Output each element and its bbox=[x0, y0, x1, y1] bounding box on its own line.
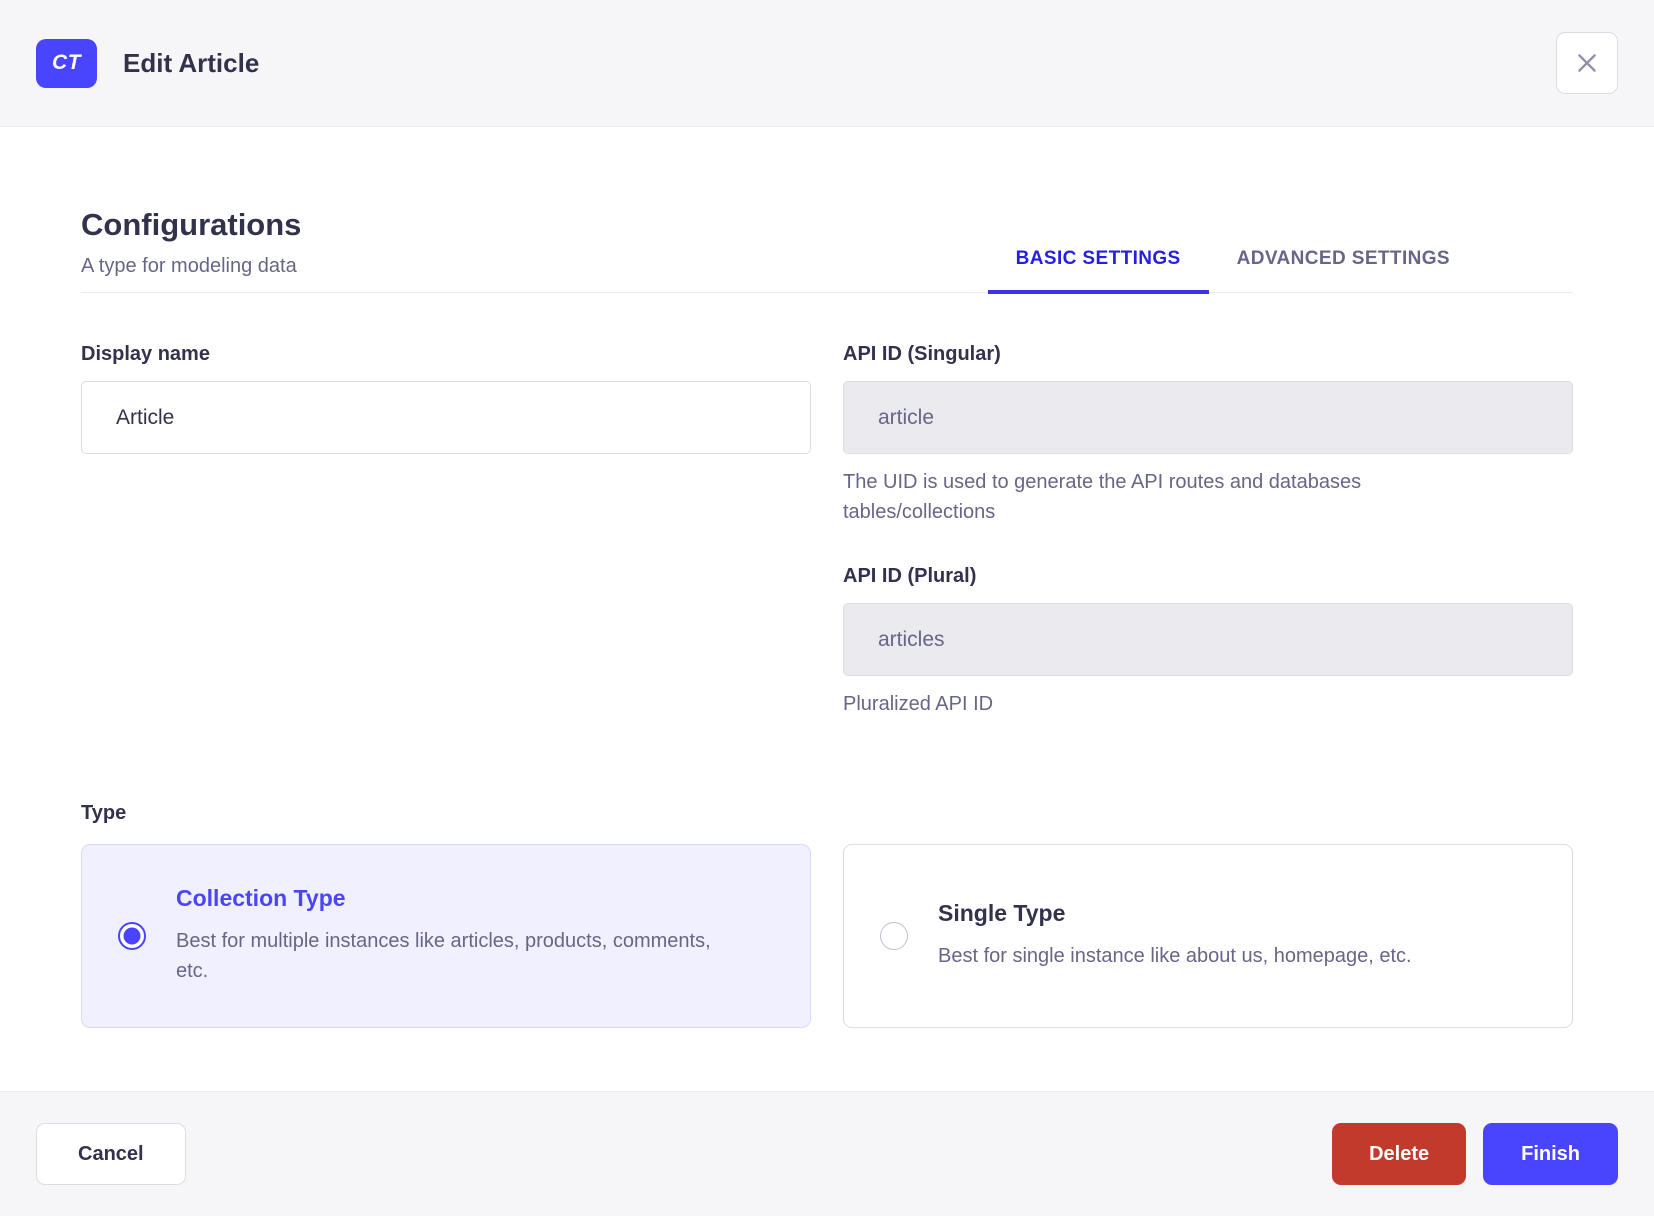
modal-footer: Cancel Delete Finish bbox=[0, 1091, 1654, 1216]
finish-button[interactable]: Finish bbox=[1483, 1123, 1618, 1185]
settings-tabs: BASIC SETTINGS ADVANCED SETTINGS bbox=[987, 248, 1478, 294]
page-subtitle: A type for modeling data bbox=[81, 255, 297, 277]
footer-actions: Delete Finish bbox=[1332, 1123, 1618, 1185]
type-label: Type bbox=[81, 801, 127, 824]
type-section: Type Collection Type Best for multiple i… bbox=[81, 802, 1573, 1028]
api-id-column: API ID (Singular) The UID is used to gen… bbox=[843, 343, 1573, 720]
api-id-singular-field: API ID (Singular) The UID is used to gen… bbox=[843, 343, 1573, 527]
tab-basic-settings[interactable]: BASIC SETTINGS bbox=[987, 248, 1209, 294]
type-option-text: Collection Type Best for multiple instan… bbox=[176, 885, 736, 986]
tab-advanced-settings[interactable]: ADVANCED SETTINGS bbox=[1209, 248, 1478, 294]
content-type-badge-label: CT bbox=[52, 51, 81, 74]
edit-article-modal: CT Edit Article Configurations A type fo… bbox=[0, 0, 1654, 1216]
api-id-plural-label: API ID (Plural) bbox=[843, 565, 977, 588]
close-button[interactable] bbox=[1556, 32, 1618, 94]
api-id-singular-input bbox=[843, 381, 1573, 454]
delete-button[interactable]: Delete bbox=[1332, 1123, 1467, 1185]
type-option-text: Single Type Best for single instance lik… bbox=[938, 900, 1412, 971]
radio-selected-icon[interactable] bbox=[118, 921, 146, 950]
api-id-plural-input bbox=[843, 603, 1573, 677]
modal-body: Configurations A type for modeling data … bbox=[0, 127, 1654, 1091]
modal-header: CT Edit Article bbox=[0, 0, 1654, 127]
display-name-field: Display name bbox=[81, 343, 811, 454]
api-id-singular-label: API ID (Singular) bbox=[843, 343, 1001, 365]
configurations-heading-block: Configurations A type for modeling data bbox=[81, 207, 301, 292]
type-options: Collection Type Best for multiple instan… bbox=[81, 843, 1573, 1028]
api-id-plural-hint: Pluralized API ID bbox=[843, 693, 994, 716]
type-option-description: Best for single instance like about us, … bbox=[938, 945, 1412, 968]
page-title: Configurations bbox=[81, 207, 302, 242]
modal-title: Edit Article bbox=[123, 47, 260, 78]
type-option-title: Single Type bbox=[938, 900, 1066, 927]
configurations-header-row: Configurations A type for modeling data … bbox=[81, 207, 1573, 294]
api-id-plural-field: API ID (Plural) Pluralized API ID bbox=[843, 565, 1573, 720]
type-option-title: Collection Type bbox=[176, 885, 346, 912]
content-type-badge: CT bbox=[36, 38, 97, 88]
type-option-collection-type[interactable]: Collection Type Best for multiple instan… bbox=[81, 843, 811, 1028]
cancel-button[interactable]: Cancel bbox=[36, 1123, 186, 1185]
type-option-description: Best for multiple instances like article… bbox=[176, 930, 711, 983]
radio-unselected-icon[interactable] bbox=[880, 921, 908, 950]
close-icon bbox=[1578, 54, 1596, 72]
form-fields: Display name API ID (Singular) The UID i… bbox=[81, 343, 1573, 720]
type-option-single-type[interactable]: Single Type Best for single instance lik… bbox=[843, 843, 1573, 1028]
display-name-input[interactable] bbox=[81, 381, 811, 454]
api-id-singular-hint: The UID is used to generate the API rout… bbox=[843, 471, 1362, 523]
display-name-column: Display name bbox=[81, 343, 811, 720]
display-name-label: Display name bbox=[81, 343, 210, 365]
